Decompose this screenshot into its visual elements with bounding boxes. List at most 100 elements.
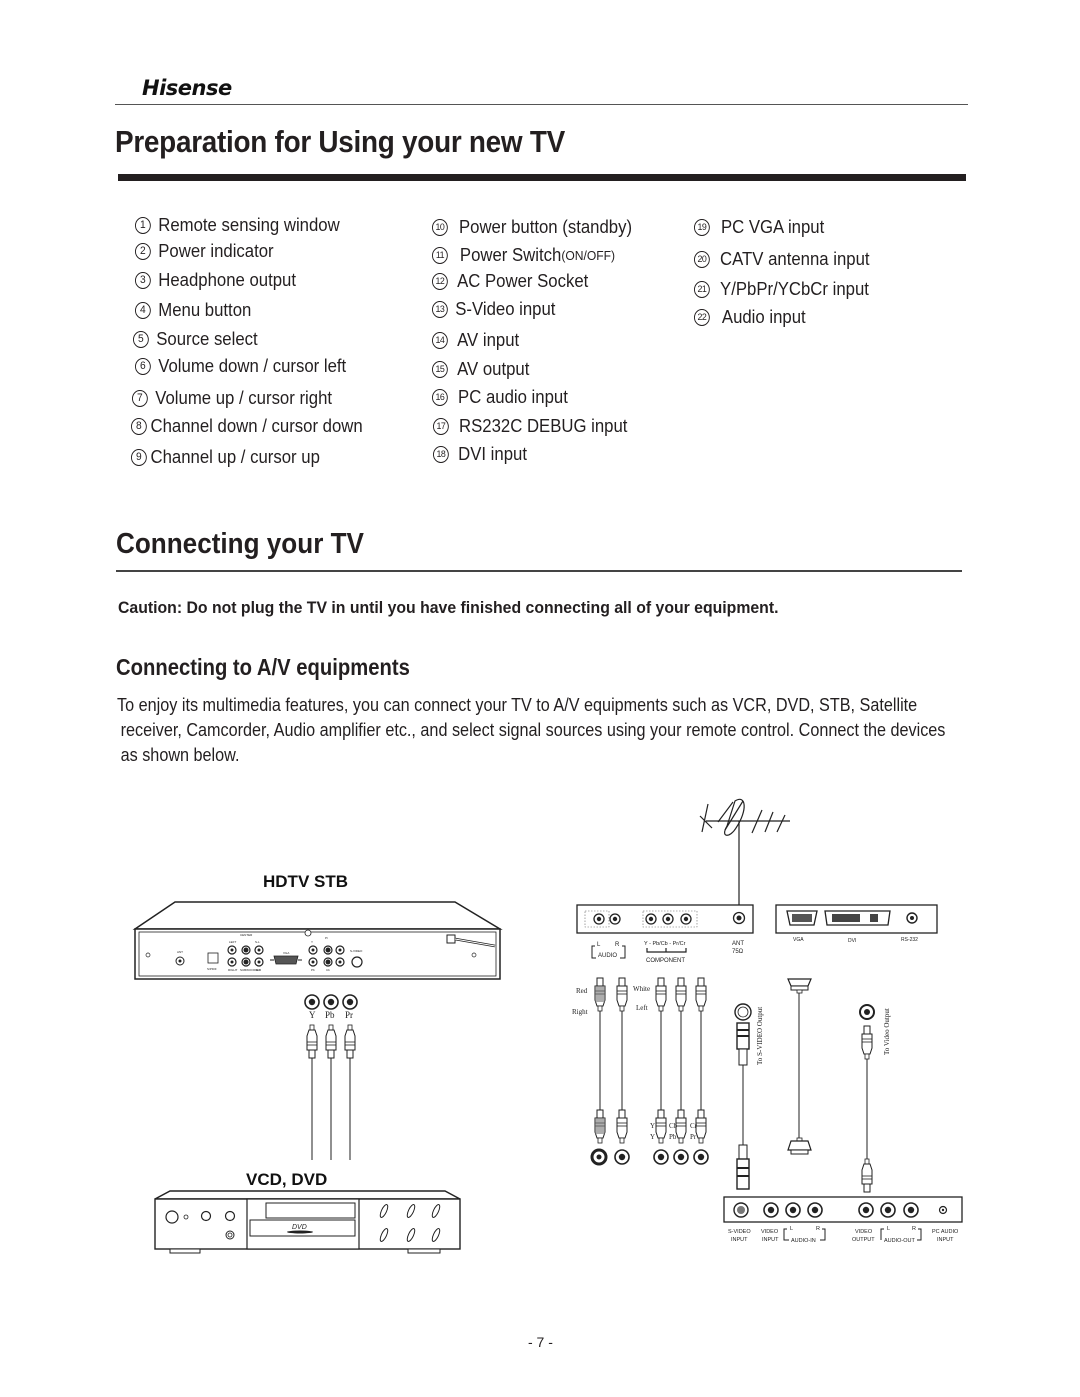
legend-item: 4 Menu button [135,300,251,321]
stb-y-label: Y [311,940,313,944]
number-badge: 8 [131,418,147,435]
svideo-input-label: S-VIDEO [728,1229,751,1235]
number-badge: 13 [432,301,448,318]
video-output-label: VIDEO [855,1229,873,1235]
svideo-input-label-2: INPUT [731,1237,748,1243]
number-badge: 18 [433,446,449,463]
audio-in-label: AUDIO-IN [791,1238,816,1244]
legend-item: 1 Remote sensing window [135,215,340,236]
legend-label: Power Switch [459,245,562,265]
number-badge: 14 [432,332,448,349]
plug-cb-label: Cb [669,1122,678,1130]
legend-item: 2 Power indicator [135,241,274,262]
number-badge: 19 [694,219,710,236]
number-badge: 21 [694,281,710,298]
number-badge: 2 [135,243,151,260]
legend-item: 13 S-Video input [432,299,555,320]
left-label: Left [636,1004,648,1012]
pb-jack [323,994,339,1010]
legend-label: Channel up / cursor up [150,447,320,467]
tv-back-panel-left: L R AUDIO Y - Pb/Cb - Pr/Cr COMPONENT AN… [576,904,754,964]
page-title: Preparation for Using your new TV [115,124,565,159]
pr-jack-label: Pr [345,1010,353,1020]
ant-ohm-label: 75Ω [732,949,744,955]
title-divider [118,174,966,181]
y-jack-label: Y [309,1010,316,1020]
right-label: Right [572,1008,588,1016]
y-jack [304,994,320,1010]
audio-r-label: R [615,942,620,948]
legend-label: Power button (standby) [458,217,633,237]
number-badge: 16 [432,389,448,406]
stb-svideo-label: S-VIDEO [350,949,363,953]
audio-video-cables: Red Right White Left Y Y Cb Pb Cr Pr To … [572,977,891,1193]
video-input-label: VIDEO [761,1229,779,1235]
audio-l-jack [593,913,605,925]
legend-label-suffix: (ON/OFF) [561,248,616,263]
legend-label: PC VGA input [720,217,825,237]
to-video-label: To Video Output [883,1008,891,1055]
legend-item: 14 AV input [432,330,519,351]
legend-item: 5 Source select [133,329,258,350]
legend-item: 6 Volume down / cursor left [135,356,346,377]
legend-item: 8 Channel down / cursor down [131,416,363,437]
to-svideo-label: To S-VIDEO Output [756,1007,764,1065]
audio-in-r-label: R [816,1226,820,1232]
plug-pb-label: Pb [669,1133,677,1141]
legend-item: 16 PC audio input [432,387,568,408]
stb-pr-label: Pr [325,936,328,940]
pc-audio-label: PC AUDIO [932,1229,959,1235]
page-number: - 7 - [528,1334,553,1350]
stb-label: HDTV STB [263,872,348,891]
paragraph-line: as shown below. [120,745,240,765]
number-badge: 11 [432,247,448,264]
intro-paragraph: To enjoy its multimedia features, you ca… [117,693,963,768]
legend-item: 3 Headphone output [135,270,296,291]
component-pr-jack [680,913,692,925]
vcd-dvd-device: DVD [154,1190,461,1254]
legend-item: 10 Power button (standby) [432,217,632,238]
audio-in-l-label: L [790,1226,793,1232]
component-pb-jack [662,913,674,925]
component-label: COMPONENT [646,958,685,964]
number-badge: 3 [135,272,151,289]
legend-label: AV input [457,330,520,350]
audio-label: AUDIO [598,953,617,959]
rs232-label: RS-232 [901,937,918,943]
hdtv-stb-device: ANT S/PDIF CENTER LEFT S-L RIGHT SUBWOOF… [132,901,503,980]
component-cables-stb [306,1024,356,1160]
header-divider [115,104,968,105]
connection-diagram: HDTV STB ANT S/PDIF CENTER LEFT S-L RIGH… [132,798,963,1254]
legend-label: DVI input [458,444,527,464]
pb-jack-label: Pb [325,1010,335,1020]
number-badge: 12 [432,273,448,290]
legend-item: 20 CATV antenna input [694,249,870,270]
number-badge: 7 [132,390,148,407]
number-badge: 10 [432,219,448,236]
stb-right-label: RIGHT [228,968,238,972]
audio-out-l-label: L [887,1226,890,1232]
legend-item: 22 Audio input [694,307,806,328]
legend-label: AV output [457,359,530,379]
legend-item: 11 Power Switch (ON/OFF) [432,245,615,266]
video-output-label-2: OUTPUT [852,1237,875,1243]
tv-back-panel-right: VGA DVI RS-232 [775,904,938,944]
number-badge: 17 [433,418,449,435]
legend-label: S-Video input [455,299,556,319]
legend-label: Headphone output [158,270,297,290]
component-line-label: Y - Pb/Cb - Pr/Cr [644,941,686,947]
legend-label: CATV antenna input [720,249,870,269]
audio-out-r-label: R [912,1226,916,1232]
stb-sr-label: S-R [256,968,262,972]
legend-item: 19 PC VGA input [694,217,824,238]
audio-out-label: AUDIO-OUT [884,1238,916,1244]
legend-item: 18 DVI input [433,444,527,465]
component-y-jack [645,913,657,925]
legend-label: Remote sensing window [158,215,340,235]
stb-pb-label: Pb [311,968,315,972]
white-label: White [633,985,650,993]
stb-ant-label: ANT [177,950,183,954]
stb-spdif-label: S/PDIF [207,967,217,971]
plug-y-label: Y [650,1122,655,1130]
dvd-logo: DVD [292,1224,307,1231]
